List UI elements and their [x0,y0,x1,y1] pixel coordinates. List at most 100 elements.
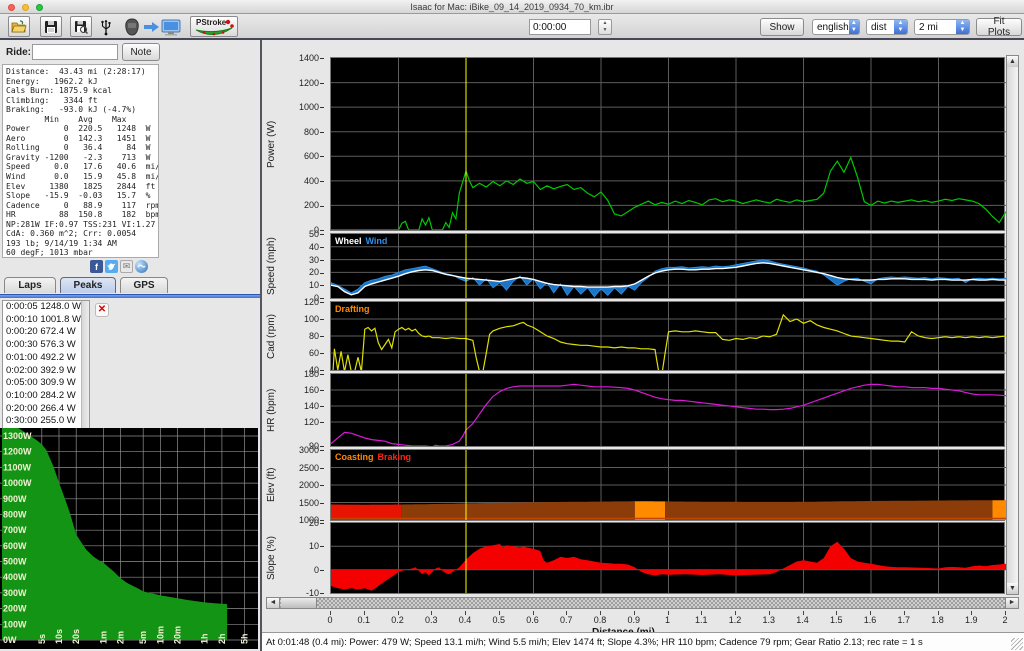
stat-line: CdA: 0.360 m^2; Crr: 0.0054 [6,229,137,239]
language-select[interactable]: english ▲ ▼ [812,19,860,35]
usb-download-button[interactable] [98,16,114,37]
peak-item[interactable]: 0:00:20 672.4 W [3,326,89,339]
svg-text:1000W: 1000W [3,478,32,488]
cad-axis-label: Cad (rpm) [266,313,277,359]
svg-text:300W: 300W [3,588,27,598]
cad-ytick: 100 [280,314,324,324]
ride-name-input[interactable] [32,44,118,60]
hr-axis-label: HR (bpm) [266,388,277,432]
save-as-button[interactable] [70,16,92,37]
app-window: Isaac for Mac: iBike_09_14_2019_0934_70_… [0,0,1024,651]
power-ytick: 800 [280,127,324,137]
peak-item[interactable]: 0:05:00 309.9 W [3,377,89,390]
facebook-icon[interactable]: f [90,260,103,273]
svg-text:1m: 1m [98,631,108,644]
scrollbar-thumb[interactable] [281,598,317,608]
save-button[interactable] [40,16,62,37]
x-tick-label: 1.5 [829,615,843,625]
hr-ytick: 180 [280,369,324,379]
vertical-scrollbar[interactable]: ▲ ▼ [1006,55,1019,595]
svg-text:1300W: 1300W [3,431,32,441]
mode-select[interactable]: dist ▲ ▼ [866,19,908,35]
peak-item[interactable]: 0:00:30 576.3 W [3,339,89,352]
time-input[interactable] [529,19,591,35]
power-ytick: 1000 [280,102,324,112]
peak-item[interactable]: 0:20:00 266.4 W [3,403,89,416]
x-tick-label: 1.9 [964,615,978,625]
svg-text:100W: 100W [3,619,27,629]
peaks-scrollbar[interactable] [81,301,89,447]
speed-plot[interactable] [330,233,1006,299]
left-panel: Ride: Note Distance: 43.43 mi (2:28:17) E… [0,40,260,651]
slope-ytick: 20 [280,518,324,528]
power-ytick: 1400 [280,53,324,63]
peak-item[interactable]: 0:30:00 255.0 W [3,415,89,428]
x-tick-label: 0.6 [526,615,539,625]
show-button[interactable]: Show [760,18,804,36]
horizontal-scrollbar[interactable]: ◄ ► [266,597,1019,609]
tab-peaks[interactable]: Peaks [60,277,116,293]
peaks-list: 0:00:05 1248.0 W 0:00:10 1001.8 W 0:00:20 … [2,300,90,448]
mean-max-power-chart[interactable]: 0W 100W 200W 300W 400W 500W 600W 700W 800W 900W 10… [0,428,258,649]
google-earth-icon[interactable] [135,260,148,273]
scroll-up-icon[interactable]: ▲ [1007,56,1018,67]
svg-text:10m: 10m [155,626,165,644]
time-stepper[interactable]: ▲ ▼ [598,19,612,35]
stat-line: Cadence 0 88.9 117 rpm [6,200,159,210]
speed-ytick: 20 [280,267,324,277]
power-ytick: 1200 [280,78,324,88]
resize-grip-icon[interactable] [1011,638,1023,650]
tab-gps[interactable]: GPS [120,277,168,293]
peak-item[interactable]: 0:00:05 1248.0 W [3,301,89,314]
speed-axis-label: Speed (mph) [266,237,277,295]
fit-plots-button[interactable]: Fit Plots [976,16,1022,38]
power-ytick: 400 [280,176,324,186]
peak-item[interactable]: 0:00:10 1001.8 W [3,314,89,327]
elev-axis-label: Elev (ft) [266,467,277,503]
svg-text:500W: 500W [3,557,27,567]
stat-line: 193 lb; 9/14/19 1:34 AM [6,238,117,248]
hr-ytick: 140 [280,401,324,411]
transfer-to-computer-button[interactable] [122,16,184,37]
speed-ytick: 40 [280,242,324,252]
svg-text:1100W: 1100W [3,462,32,472]
delete-peak-button[interactable]: ✕ [95,303,109,317]
note-button[interactable]: Note [122,43,160,61]
ride-row: Ride: Note [0,43,258,63]
peak-item[interactable]: 0:01:00 492.2 W [3,352,89,365]
svg-text:0W: 0W [3,635,17,645]
pstroke-button[interactable]: PStroke [190,16,238,37]
x-tick-label: 0.3 [424,615,438,625]
scroll-left-icon[interactable]: ◄ [267,598,280,608]
x-tick-label: 0.1 [357,615,370,625]
range-select[interactable]: 2 mi ▲ ▼ [914,19,970,35]
cursor-readout-text: At 0:01:48 (0.4 mi): Power: 479 W; Speed… [266,637,923,648]
ride-label: Ride: [6,47,31,58]
email-icon[interactable]: ✉ [120,260,133,273]
twitter-icon[interactable] [105,260,118,273]
scroll-down-icon[interactable]: ▼ [1007,583,1018,594]
stat-line: Rolling 0 36.4 84 W [6,143,151,153]
stat-line: Wind 0.0 15.9 45.8 mi/h [6,172,159,182]
title-bar[interactable]: Isaac for Mac: iBike_09_14_2019_0934_70_… [0,0,1024,14]
floppy-save-as-icon [75,20,88,34]
x-axis: Distance (mi) 00.10.20.30.40.50.60.70.80… [262,611,1024,638]
scroll-right-icon[interactable]: ► [1005,598,1018,608]
elev-ytick: 3000 [280,445,324,455]
slope-plot[interactable] [330,522,1006,594]
peak-item[interactable]: 0:10:00 284.2 W [3,390,89,403]
power-plot[interactable] [330,57,1006,231]
hr-plot[interactable] [330,373,1006,447]
cad-plot[interactable] [330,301,1006,371]
tab-underline [0,294,260,298]
elev-plot[interactable] [330,449,1006,521]
tabs-row: Laps Peaks GPS [0,277,260,294]
speed-ytick: 30 [280,255,324,265]
tab-laps[interactable]: Laps [4,277,56,293]
x-tick-label: 2 [1002,615,1008,625]
floppy-disk-icon [45,20,57,33]
legend-drafting: Drafting [335,304,370,314]
peak-item[interactable]: 0:02:00 392.9 W [3,365,89,378]
open-file-button[interactable] [8,16,30,37]
toolbar: PStroke ▲▼ Show english ▲▼ dist ▲▼ 2 mi … [0,14,1024,40]
